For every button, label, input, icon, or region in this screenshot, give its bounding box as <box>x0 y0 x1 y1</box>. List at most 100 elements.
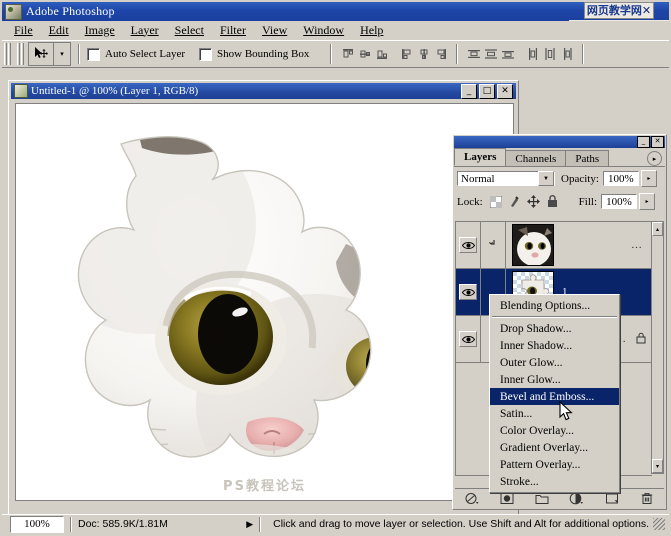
palette-close-button[interactable]: ✕ <box>651 136 664 148</box>
distribute-top-edges-icon[interactable] <box>465 45 482 63</box>
layers-scrollbar[interactable]: ▴ ▾ <box>651 221 664 474</box>
menu-item-drop-shadow[interactable]: Drop Shadow... <box>490 320 619 337</box>
align-bottom-edges-icon[interactable] <box>373 45 390 63</box>
delete-layer-icon[interactable] <box>638 491 656 506</box>
menu-item-outer-glow[interactable]: Outer Glow... <box>490 354 619 371</box>
status-menu-arrow-icon[interactable]: ▶ <box>246 519 253 530</box>
document-minimize-button[interactable]: _ <box>461 83 477 99</box>
layer-thumbnail[interactable] <box>512 224 554 266</box>
move-tool-icon[interactable] <box>28 42 53 66</box>
document-status-strip <box>11 501 516 515</box>
align-vertical-centers-icon[interactable] <box>356 45 373 63</box>
status-hint: Click and drag to move layer or selectio… <box>273 518 649 530</box>
document-title: Untitled-1 @ 100% (Layer 1, RGB/8) <box>31 85 199 97</box>
menu-item-blending-options[interactable]: Blending Options... <box>490 297 619 314</box>
cat-eye-right <box>332 332 371 400</box>
menu-layer[interactable]: Layer <box>123 22 167 39</box>
lock-image-pixels-icon[interactable] <box>508 195 522 209</box>
document-info: Doc: 585.9K/1.81M <box>78 518 168 530</box>
fill-label: Fill: <box>578 195 598 208</box>
align-right-edges-icon[interactable] <box>432 45 449 63</box>
options-bar-grip-2[interactable] <box>17 43 25 65</box>
status-bar: 100% Doc: 585.9K/1.81M ▶ Click and drag … <box>2 514 669 533</box>
distribute-horizontal-centers-icon[interactable] <box>541 45 558 63</box>
menu-image[interactable]: Image <box>77 22 123 39</box>
menu-item-inner-shadow[interactable]: Inner Shadow... <box>490 337 619 354</box>
menu-item-bevel-and-emboss[interactable]: Bevel and Emboss... <box>490 388 619 405</box>
menu-item-gradient-overlay[interactable]: Gradient Overlay... <box>490 439 619 456</box>
auto-select-layer-checkbox[interactable] <box>87 47 100 61</box>
align-horizontal-centers-icon[interactable] <box>415 45 432 63</box>
layer-row[interactable]: … <box>456 222 652 269</box>
menu-item-pattern-overlay[interactable]: Pattern Overlay... <box>490 456 619 473</box>
options-divider-4 <box>582 44 585 64</box>
layer-style-icon[interactable] <box>463 491 481 506</box>
blend-mode-select[interactable]: Normal ▼ <box>457 171 555 186</box>
blend-opacity-row: Normal ▼ Opacity: 100% ▸ <box>457 170 662 187</box>
document-close-button[interactable]: ✕ <box>497 83 513 99</box>
menu-window[interactable]: Window <box>295 22 352 39</box>
options-divider-3 <box>456 44 459 64</box>
menu-bar: File Edit Image Layer Select Filter View… <box>2 21 669 39</box>
menu-item-inner-glow[interactable]: Inner Glow... <box>490 371 619 388</box>
options-bar: ▾ Auto Select Layer Show Bounding Box <box>2 40 669 68</box>
document-window: Untitled-1 @ 100% (Layer 1, RGB/8) _ □ ✕ <box>8 80 519 518</box>
link-chain-icon <box>488 240 495 245</box>
options-bar-grip[interactable] <box>4 43 12 65</box>
status-divider-1 <box>70 516 72 532</box>
tab-layers[interactable]: Layers <box>454 148 507 166</box>
menu-view[interactable]: View <box>254 22 295 39</box>
scroll-up-button[interactable]: ▴ <box>652 222 663 236</box>
scroll-down-button[interactable]: ▾ <box>652 459 663 473</box>
menu-file[interactable]: File <box>6 22 41 39</box>
tool-preset-dropdown[interactable]: ▾ <box>53 42 71 66</box>
layer-visibility-toggle[interactable] <box>456 316 481 362</box>
tab-channels[interactable]: Channels <box>505 150 567 166</box>
menu-item-stroke[interactable]: Stroke... <box>490 473 619 490</box>
options-divider-2 <box>330 44 333 64</box>
tab-paths[interactable]: Paths <box>565 150 610 166</box>
align-left-edges-icon[interactable] <box>398 45 415 63</box>
layer-link-toggle[interactable] <box>481 222 506 268</box>
mouse-cursor <box>559 400 575 426</box>
chevron-down-icon[interactable]: ▼ <box>538 171 554 186</box>
canvas[interactable]: PS教程论坛 <box>15 103 514 501</box>
layer-visibility-toggle[interactable] <box>456 269 481 315</box>
document-maximize-button[interactable]: □ <box>479 83 495 99</box>
menu-edit[interactable]: Edit <box>41 22 77 39</box>
lock-transparent-pixels-icon[interactable] <box>489 195 503 209</box>
options-divider-1 <box>78 44 80 64</box>
fill-slider-button[interactable]: ▸ <box>639 193 656 210</box>
layer-visibility-toggle[interactable] <box>456 222 481 268</box>
palette-title-bar[interactable]: _ ✕ <box>454 136 665 148</box>
cat-photo-thumbnail <box>513 225 553 265</box>
fill-input[interactable]: 100% <box>601 194 638 209</box>
zoom-level-input[interactable]: 100% <box>10 515 64 533</box>
resize-grip[interactable] <box>653 518 665 530</box>
palette-menu-icon[interactable]: ▸ <box>647 151 662 166</box>
distribute-bottom-edges-icon[interactable] <box>499 45 516 63</box>
menu-item-satin[interactable]: Satin... <box>490 405 619 422</box>
distribute-left-edges-icon[interactable] <box>524 45 541 63</box>
lock-fill-row: Lock: Fill: 100% ▸ <box>457 193 662 210</box>
distribute-right-edges-icon[interactable] <box>558 45 575 63</box>
canvas-watermark: PS教程论坛 <box>223 479 306 494</box>
menu-filter[interactable]: Filter <box>212 22 254 39</box>
menu-select[interactable]: Select <box>167 22 212 39</box>
distribute-vertical-centers-icon[interactable] <box>482 45 499 63</box>
lock-position-icon[interactable] <box>527 195 541 209</box>
lock-all-icon[interactable] <box>546 195 560 209</box>
palette-minimize-button[interactable]: _ <box>637 136 650 148</box>
align-top-edges-icon[interactable] <box>339 45 356 63</box>
document-title-bar[interactable]: Untitled-1 @ 100% (Layer 1, RGB/8) _ □ ✕ <box>11 83 516 99</box>
document-window-buttons: _ □ ✕ <box>461 83 513 99</box>
opacity-slider-button[interactable]: ▸ <box>640 170 657 187</box>
opacity-input[interactable]: 100% <box>602 171 639 186</box>
menu-item-color-overlay[interactable]: Color Overlay... <box>490 422 619 439</box>
menu-help[interactable]: Help <box>352 22 391 39</box>
opacity-label: Opacity: <box>561 172 599 185</box>
layer-style-context-menu: Blending Options... Drop Shadow... Inner… <box>489 294 620 493</box>
show-bounding-box-checkbox[interactable] <box>199 47 213 61</box>
lock-label: Lock: <box>457 195 483 208</box>
watermark-cn-text: 网页教学网✕ <box>583 2 655 19</box>
